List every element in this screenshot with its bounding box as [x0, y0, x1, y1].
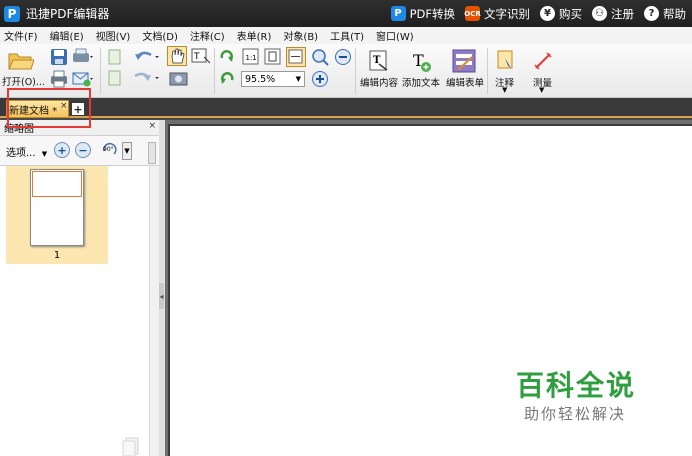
toolbar-separator	[100, 48, 101, 94]
zoom-area-icon[interactable]	[311, 48, 331, 66]
open-button[interactable]: 打开(O)...	[2, 46, 45, 94]
zoom-out-icon[interactable]	[334, 48, 352, 66]
ocr-button[interactable]: OCR 文字识别	[464, 6, 530, 22]
buy-button[interactable]: ¥ 购买	[540, 6, 582, 22]
title-bar: P 迅捷PDF编辑器 P PDF转换 OCR 文字识别 ¥ 购买 ⚇ 注册 ? …	[0, 0, 692, 27]
chevron-down-icon[interactable]: ▼	[122, 142, 132, 160]
rotate-right-icon[interactable]	[219, 48, 235, 64]
toolbar-separator	[487, 48, 488, 94]
redo-icon[interactable]	[133, 70, 161, 86]
ocr-label: 文字识别	[484, 6, 530, 21]
ocr-icon: OCR	[464, 6, 481, 21]
toolbar-separator	[355, 48, 356, 94]
copy-icon[interactable]	[107, 70, 123, 86]
edit-content-button[interactable]: T 编辑内容	[357, 47, 399, 95]
zoom-value: 95.5%	[245, 73, 276, 85]
edit-form-button[interactable]: 编辑表单	[443, 47, 485, 95]
menu-file[interactable]: 文件(F)	[4, 28, 38, 43]
pdf-convert-label: PDF转换	[409, 6, 455, 21]
menu-window[interactable]: 窗口(W)	[376, 28, 414, 43]
chevron-down-icon: ▼	[41, 150, 48, 158]
fit-width-icon[interactable]	[286, 47, 306, 67]
fit-page-icon[interactable]	[264, 48, 282, 66]
watermark-title: 百科全说	[516, 369, 637, 402]
help-button[interactable]: ? 帮助	[644, 6, 686, 22]
undo-icon[interactable]	[133, 49, 161, 65]
svg-text:1:1: 1:1	[246, 54, 257, 62]
close-panel-icon[interactable]: ×	[148, 121, 156, 131]
menu-document[interactable]: 文档(D)	[142, 28, 178, 43]
menu-tools[interactable]: 工具(T)	[330, 28, 364, 43]
help-icon: ?	[644, 6, 659, 21]
buy-label: 购买	[559, 6, 582, 21]
title-actions: P PDF转换 OCR 文字识别 ¥ 购买 ⚇ 注册 ? 帮助	[390, 0, 686, 27]
thumbnail-page-preview[interactable]	[30, 169, 84, 246]
thumbnail-view-frame	[32, 171, 82, 197]
pdf-convert-icon: P	[390, 6, 406, 21]
annotate-icon	[497, 50, 513, 69]
pdf-convert-button[interactable]: P PDF转换	[390, 6, 455, 22]
app-title: 迅捷PDF编辑器	[26, 7, 110, 21]
measure-icon	[534, 52, 552, 70]
thumbnail-page-number: 1	[53, 250, 61, 261]
watermark-subtitle: 助你轻松解决	[524, 405, 627, 423]
toolbar-separator	[214, 48, 215, 94]
edit-content-label: 编辑内容	[360, 78, 399, 89]
zoom-dropdown[interactable]: 95.5% ▼	[241, 71, 305, 87]
measure-button[interactable]: 测量 ▼	[526, 47, 558, 95]
menu-bar: 文件(F) 编辑(E) 视图(V) 文档(D) 注释(C) 表单(R) 对象(B…	[0, 27, 692, 44]
document-tab-strip	[0, 98, 692, 118]
open-label: 打开(O)...	[2, 77, 45, 88]
splitter-grip-icon[interactable]: ◂	[159, 283, 164, 309]
register-label: 注册	[611, 6, 634, 21]
thumbnail-toolbar: 选项... ▼ + − 90° ▼	[0, 136, 160, 166]
actual-size-icon[interactable]: 1:1	[242, 48, 260, 66]
add-text-icon: T	[413, 51, 431, 72]
menu-object[interactable]: 对象(B)	[283, 28, 318, 43]
menu-edit[interactable]: 编辑(E)	[50, 28, 84, 43]
cut-icon[interactable]	[107, 49, 123, 65]
menu-form[interactable]: 表单(R)	[237, 28, 272, 43]
app-logo-icon: P	[4, 5, 20, 22]
thumbnail-toolbar-scroll[interactable]	[148, 142, 156, 164]
rotate-label: 90°	[103, 146, 114, 153]
save-icon[interactable]	[50, 48, 68, 66]
scan-icon[interactable]	[72, 48, 94, 66]
snapshot-icon[interactable]	[169, 70, 189, 86]
user-icon: ⚇	[592, 6, 607, 21]
chevron-down-icon: ▼	[539, 86, 545, 94]
highlight-box	[7, 88, 91, 128]
select-text-icon[interactable]: T	[191, 47, 211, 65]
register-button[interactable]: ⚇ 注册	[592, 6, 634, 22]
annotate-button[interactable]: 注释 ▼	[490, 47, 520, 95]
edit-content-icon: T	[369, 50, 388, 71]
rotate-thumbnail-button[interactable]: 90°	[100, 141, 120, 159]
thumbnail-zoom-in-icon[interactable]: +	[54, 142, 70, 158]
thumbnail-scrollbar[interactable]	[149, 166, 159, 456]
add-text-label: 添加文本	[402, 78, 441, 89]
page-ghost-icon	[122, 437, 139, 456]
hand-tool-icon[interactable]	[167, 46, 187, 66]
thumbnail-zoom-out-icon[interactable]: −	[75, 142, 91, 158]
options-dropdown[interactable]: 选项... ▼	[6, 144, 47, 159]
edit-form-label: 编辑表单	[446, 78, 485, 89]
folder-open-icon	[8, 53, 34, 70]
email-icon[interactable]	[72, 70, 94, 88]
help-label: 帮助	[663, 6, 686, 21]
menu-comment[interactable]: 注释(C)	[190, 28, 225, 43]
edit-form-icon	[452, 49, 476, 73]
print-icon[interactable]	[50, 70, 68, 88]
options-label: 选项...	[6, 148, 36, 159]
add-text-button[interactable]: T 添加文本	[399, 47, 441, 95]
zoom-in-icon[interactable]	[311, 70, 329, 88]
menu-view[interactable]: 视图(V)	[96, 28, 131, 43]
chevron-down-icon: ▼	[295, 75, 301, 83]
rotate-left-icon[interactable]	[219, 70, 235, 86]
chevron-down-icon: ▼	[502, 86, 508, 94]
svg-text:T: T	[193, 52, 200, 62]
yen-icon: ¥	[540, 6, 555, 21]
